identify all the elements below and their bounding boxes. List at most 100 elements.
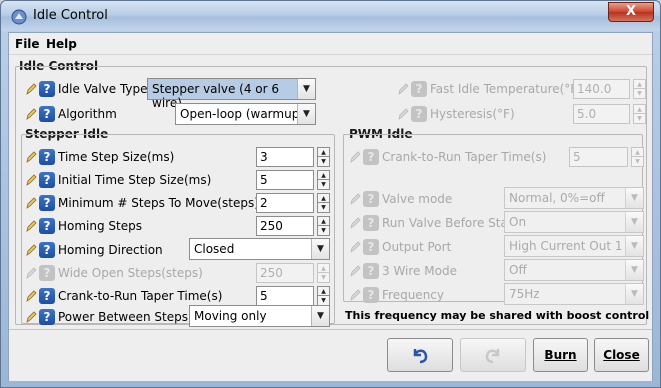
pwm-crank-taper-label: Crank-to-Run Taper Time(s) (382, 150, 547, 164)
initial-time-step-input[interactable]: 5 (256, 170, 314, 190)
min-steps-label: Minimum # Steps To Move(steps) (58, 196, 259, 210)
menu-file[interactable]: File (15, 37, 40, 51)
help-icon: ? (411, 81, 427, 97)
algorithm-label: Algorithm (58, 107, 117, 121)
help-icon[interactable]: ? (39, 288, 55, 304)
algorithm-select[interactable]: Open-loop (warmup) ▼ (175, 103, 316, 125)
spin-down-icon[interactable]: ▼ (318, 180, 329, 189)
app-icon (11, 9, 27, 25)
dialog-body: File Help Idle Control ? Idle Valve Type… (8, 32, 653, 381)
help-icon[interactable]: ? (39, 149, 55, 165)
spin-down-icon[interactable]: ▼ (318, 296, 329, 305)
wide-open-steps-input: 250 (256, 263, 314, 283)
spin-down-icon: ▼ (637, 90, 642, 97)
crank-taper-row: ? Crank-to-Run Taper Time(s) (25, 286, 255, 306)
undo-button[interactable] (387, 338, 453, 372)
fast-idle-temp-row: ? Fast Idle Temperature(°F) (397, 79, 582, 99)
chevron-down-icon[interactable]: ▼ (311, 306, 329, 326)
min-steps-input[interactable]: 2 (256, 193, 314, 213)
hysteresis-spinner: ▲ ▼ (633, 104, 646, 124)
fast-idle-temp-label: Fast Idle Temperature(°F) (430, 82, 582, 96)
valve-mode-value: Normal, 0%=off (509, 191, 605, 205)
chevron-down-icon: ▼ (625, 284, 643, 304)
help-icon[interactable]: ? (39, 195, 55, 211)
idle-valve-type-select[interactable]: Stepper valve (4 or 6 wire) ▼ (147, 78, 316, 110)
hysteresis-label: Hysteresis(°F) (430, 107, 515, 121)
pwm-crank-taper-row: ? Crank-to-Run Taper Time(s) (349, 147, 569, 167)
title-bar[interactable]: Idle Control X (1, 1, 660, 31)
menu-help[interactable]: Help (46, 37, 77, 51)
help-icon: ? (363, 149, 379, 165)
burn-button[interactable]: Burn (533, 338, 588, 372)
close-button[interactable]: Close (594, 338, 649, 372)
homing-direction-row: ? Homing Direction (25, 240, 195, 260)
power-between-steps-select[interactable]: Moving only ▼ (189, 305, 330, 327)
help-icon: ? (39, 265, 55, 281)
spin-down-icon: ▼ (321, 274, 326, 281)
hysteresis-input: 5.0 (573, 104, 630, 124)
help-icon[interactable]: ? (39, 106, 55, 122)
help-icon[interactable]: ? (39, 309, 55, 325)
valve-mode-select: Normal, 0%=off ▼ (504, 187, 644, 209)
power-between-steps-value: Moving only (194, 309, 267, 323)
pencil-icon (26, 267, 37, 279)
spin-up-icon[interactable]: ▲ (318, 171, 329, 180)
time-step-input[interactable]: 3 (256, 147, 314, 167)
initial-time-step-row: ? Initial Time Step Size(ms) (25, 170, 255, 190)
frequency-select: 75Hz ▼ (504, 283, 644, 305)
spin-up-icon[interactable]: ▲ (318, 217, 329, 226)
window-close-button[interactable]: X (608, 2, 654, 22)
spin-down-icon[interactable]: ▼ (318, 226, 329, 235)
wide-open-steps-label: Wide Open Steps(steps) (58, 266, 203, 280)
hysteresis-row: ? Hysteresis(°F) (397, 104, 577, 124)
spin-up-icon: ▲ (318, 264, 329, 273)
spin-down-icon[interactable]: ▼ (318, 203, 329, 212)
time-step-spinner[interactable]: ▲ ▼ (317, 147, 330, 167)
initial-time-step-spinner[interactable]: ▲ ▼ (317, 170, 330, 190)
chevron-down-icon: ▼ (625, 188, 643, 208)
chevron-down-icon[interactable]: ▼ (311, 239, 329, 259)
help-icon[interactable]: ? (39, 242, 55, 258)
chevron-down-icon[interactable]: ▼ (297, 104, 315, 124)
run-before-start-label: Run Valve Before Start (382, 216, 518, 230)
fast-idle-temp-input: 140.0 (573, 79, 630, 99)
spin-down-icon[interactable]: ▼ (318, 157, 329, 166)
crank-taper-spinner[interactable]: ▲ ▼ (317, 286, 330, 306)
frequency-value: 75Hz (509, 287, 540, 301)
window-title: Idle Control (33, 8, 108, 23)
close-label: Close (603, 348, 640, 362)
pencil-icon (398, 83, 409, 95)
frequency-label: Frequency (382, 288, 444, 302)
button-bar: Burn Close (9, 329, 652, 381)
pencil-icon (350, 289, 361, 301)
crank-taper-input[interactable]: 5 (256, 286, 314, 306)
spin-up-icon[interactable]: ▲ (318, 148, 329, 157)
help-icon[interactable]: ? (39, 81, 55, 97)
help-icon[interactable]: ? (39, 172, 55, 188)
help-icon[interactable]: ? (39, 218, 55, 234)
chevron-down-icon: ▼ (625, 260, 643, 280)
time-step-label: Time Step Size(ms) (58, 150, 175, 164)
min-steps-spinner[interactable]: ▲ ▼ (317, 193, 330, 213)
pencil-icon (350, 151, 361, 163)
homing-steps-row: ? Homing Steps (25, 216, 255, 236)
idle-valve-type-label: Idle Valve Type (58, 82, 148, 96)
pencil-icon (26, 151, 37, 163)
wide-open-steps-spinner: ▲ ▼ (317, 263, 330, 283)
spin-up-icon[interactable]: ▲ (318, 194, 329, 203)
burn-label: Burn (544, 348, 577, 362)
chevron-down-icon[interactable]: ▼ (297, 79, 315, 99)
pencil-icon (26, 244, 37, 256)
algorithm-row: ? Algorithm (25, 104, 165, 124)
output-port-label: Output Port (382, 240, 452, 254)
time-step-row: ? Time Step Size(ms) (25, 147, 255, 167)
help-icon: ? (363, 191, 379, 207)
homing-direction-select[interactable]: Closed ▼ (189, 238, 330, 260)
help-icon: ? (363, 239, 379, 255)
fast-idle-temp-spinner: ▲ ▼ (633, 79, 646, 99)
spin-up-icon[interactable]: ▲ (318, 287, 329, 296)
homing-steps-input[interactable]: 250 (256, 216, 314, 236)
homing-steps-spinner[interactable]: ▲ ▼ (317, 216, 330, 236)
spin-up-icon: ▲ (632, 148, 643, 157)
output-port-select: High Current Out 1 ▼ (504, 235, 644, 257)
